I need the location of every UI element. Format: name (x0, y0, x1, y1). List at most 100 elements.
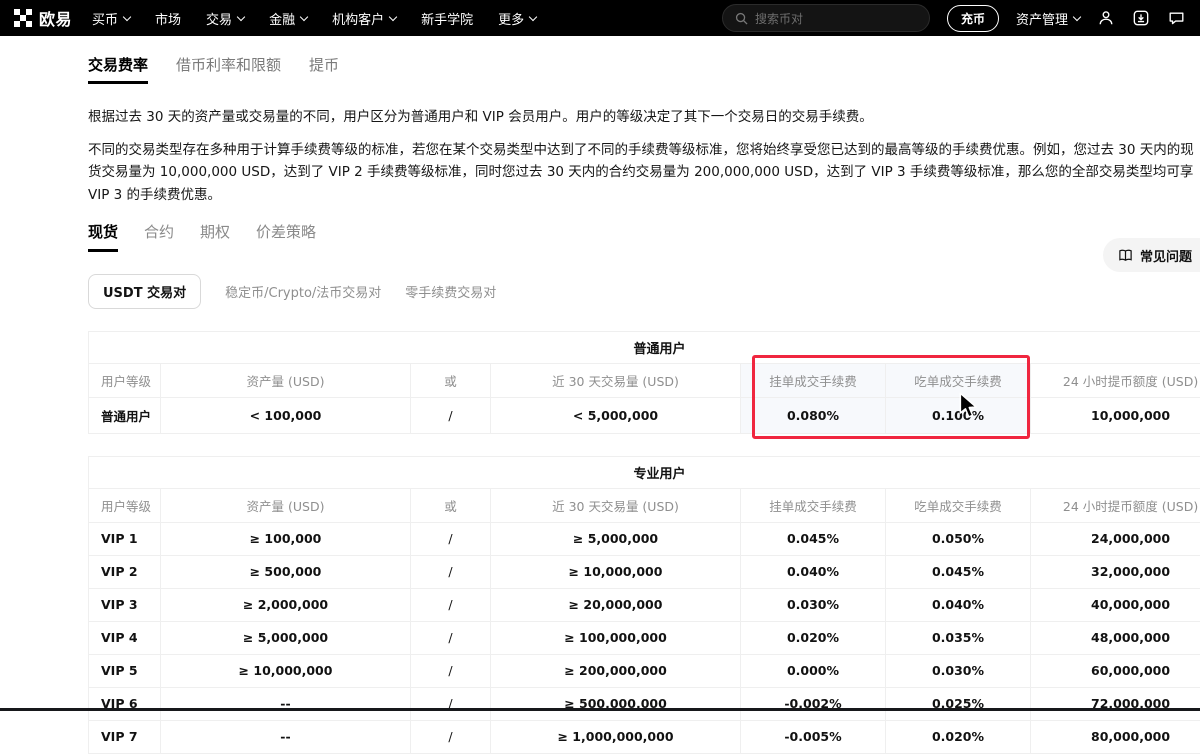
nav-item-6[interactable]: 更多 (498, 9, 536, 28)
column-header: 近 30 天交易量 (USD) (491, 363, 741, 397)
deposit-button[interactable]: 充币 (947, 5, 999, 32)
top-nav: 欧易 买币 市场 交易 金融 机构客户 新手学院 更多 搜索币对 充币 资产管理 (0, 0, 1200, 36)
table-cell: 0.045% (886, 555, 1031, 588)
okx-logo[interactable]: 欧易 (14, 6, 72, 30)
chevron-down-icon (237, 13, 245, 21)
table-row: VIP 1≥ 100,000/≥ 5,000,0000.045%0.050%24… (89, 522, 1200, 555)
nav-item-3[interactable]: 金融 (269, 9, 307, 28)
table-section-title: 专业用户 (89, 456, 1200, 488)
table-cell: 32,000,000 (1031, 555, 1200, 588)
table-cell: VIP 5 (89, 654, 161, 687)
table-cell: 0.035% (886, 621, 1031, 654)
assets-menu[interactable]: 资产管理 (1016, 9, 1080, 28)
download-app-button[interactable] (1132, 9, 1150, 27)
support-chat-button[interactable] (1167, 9, 1186, 27)
table-cell: VIP 4 (89, 621, 161, 654)
profile-button[interactable] (1097, 9, 1115, 27)
search-placeholder: 搜索币对 (755, 10, 803, 27)
market-tabs: 现货合约期权价差策略 (88, 221, 1200, 252)
table-section-title: 普通用户 (89, 331, 1200, 363)
chevron-down-icon (1073, 13, 1081, 21)
chevron-down-icon (529, 13, 537, 21)
normal-user-fee-table: 普通用户用户等级资产量 (USD)或近 30 天交易量 (USD)挂单成交手续费… (88, 331, 1200, 434)
market-tab-0[interactable]: 现货 (88, 221, 118, 252)
column-header: 用户等级 (89, 488, 161, 522)
table-cell: / (411, 522, 491, 555)
mouse-cursor (955, 392, 981, 420)
market-tab-3[interactable]: 价差策略 (256, 221, 316, 252)
table-cell: 0.025% (886, 687, 1031, 720)
main-content: 交易费率借币利率和限额提币 根据过去 30 天的资产量或交易量的不同，用户区分为… (0, 54, 1200, 754)
table-cell: -0.005% (741, 720, 886, 753)
market-tab-2[interactable]: 期权 (200, 221, 230, 252)
nav-right: 搜索币对 充币 资产管理 (722, 4, 1186, 32)
fee-table: 普通用户用户等级资产量 (USD)或近 30 天交易量 (USD)挂单成交手续费… (88, 331, 1200, 434)
page-tabs: 交易费率借币利率和限额提币 (88, 54, 1200, 84)
table-cell: -0.002% (741, 687, 886, 720)
table-cell: ≥ 200,000,000 (491, 654, 741, 687)
nav-item-4[interactable]: 机构客户 (332, 9, 396, 28)
column-header: 或 (411, 363, 491, 397)
nav-item-1[interactable]: 市场 (155, 9, 181, 28)
column-header: 挂单成交手续费 (741, 488, 886, 522)
nav-item-5[interactable]: 新手学院 (421, 9, 473, 28)
table-cell: 60,000,000 (1031, 654, 1200, 687)
table-cell: 80,000,000 (1031, 720, 1200, 753)
column-header: 吃单成交手续费 (886, 488, 1031, 522)
okx-logo-icon (14, 9, 32, 27)
table-cell: 40,000,000 (1031, 588, 1200, 621)
table-cell: < 5,000,000 (491, 397, 741, 433)
table-cell: ≥ 2,000,000 (161, 588, 411, 621)
table-cell: 0.080% (741, 397, 886, 433)
table-cell: 0.030% (741, 588, 886, 621)
market-tab-1[interactable]: 合约 (144, 221, 174, 252)
column-header: 24 小时提币额度 (USD) (1031, 363, 1200, 397)
table-cell: VIP 2 (89, 555, 161, 588)
table-cell: VIP 3 (89, 588, 161, 621)
table-cell: 0.000% (741, 654, 886, 687)
chat-icon (1167, 9, 1186, 27)
column-header: 24 小时提币额度 (USD) (1031, 488, 1200, 522)
page-tab-2[interactable]: 提币 (309, 54, 339, 84)
nav-item-2[interactable]: 交易 (206, 9, 244, 28)
nav-item-label: 更多 (498, 9, 524, 28)
table-cell: -- (161, 720, 411, 753)
table-cell: -- (161, 687, 411, 720)
table-cell: 0.040% (741, 555, 886, 588)
nav-menu: 买币 市场 交易 金融 机构客户 新手学院 更多 (92, 9, 536, 28)
table-cell: 0.020% (741, 621, 886, 654)
nav-item-label: 交易 (206, 9, 232, 28)
pair-filters: USDT 交易对 稳定币/Crypto/法币交易对 零手续费交易对 (88, 276, 1200, 308)
column-header: 资产量 (USD) (161, 488, 411, 522)
table-cell: VIP 1 (89, 522, 161, 555)
nav-item-0[interactable]: 买币 (92, 9, 130, 28)
table-row: VIP 2≥ 500,000/≥ 10,000,0000.040%0.045%3… (89, 555, 1200, 588)
column-header: 资产量 (USD) (161, 363, 411, 397)
page-tab-0[interactable]: 交易费率 (88, 54, 148, 84)
table-row: VIP 5≥ 10,000,000/≥ 200,000,0000.000%0.0… (89, 654, 1200, 687)
download-icon (1132, 9, 1150, 27)
search-input[interactable]: 搜索币对 (722, 4, 930, 32)
table-cell: / (411, 397, 491, 433)
table-row: VIP 4≥ 5,000,000/≥ 100,000,0000.020%0.03… (89, 621, 1200, 654)
user-icon (1097, 9, 1115, 27)
table-cell: / (411, 621, 491, 654)
table-row: VIP 7--/≥ 1,000,000,000-0.005%0.020%80,0… (89, 720, 1200, 753)
nav-item-label: 金融 (269, 9, 295, 28)
table-cell: / (411, 720, 491, 753)
pair-filter-1[interactable]: 稳定币/Crypto/法币交易对 (225, 282, 381, 301)
table-cell: ≥ 500,000,000 (491, 687, 741, 720)
page-tab-1[interactable]: 借币利率和限额 (176, 54, 281, 84)
chevron-down-icon (389, 13, 397, 21)
table-cell: / (411, 654, 491, 687)
table-cell: ≥ 100,000,000 (491, 621, 741, 654)
table-cell: ≥ 10,000,000 (491, 555, 741, 588)
faq-button[interactable]: 常见问题 (1103, 238, 1200, 272)
pair-filter-2[interactable]: 零手续费交易对 (405, 282, 496, 301)
pair-filter-0[interactable]: USDT 交易对 (88, 274, 201, 309)
search-icon (735, 12, 748, 25)
table-cell: ≥ 5,000,000 (161, 621, 411, 654)
table-cell: VIP 6 (89, 687, 161, 720)
table-cell: ≥ 10,000,000 (161, 654, 411, 687)
nav-item-label: 机构客户 (332, 9, 384, 28)
